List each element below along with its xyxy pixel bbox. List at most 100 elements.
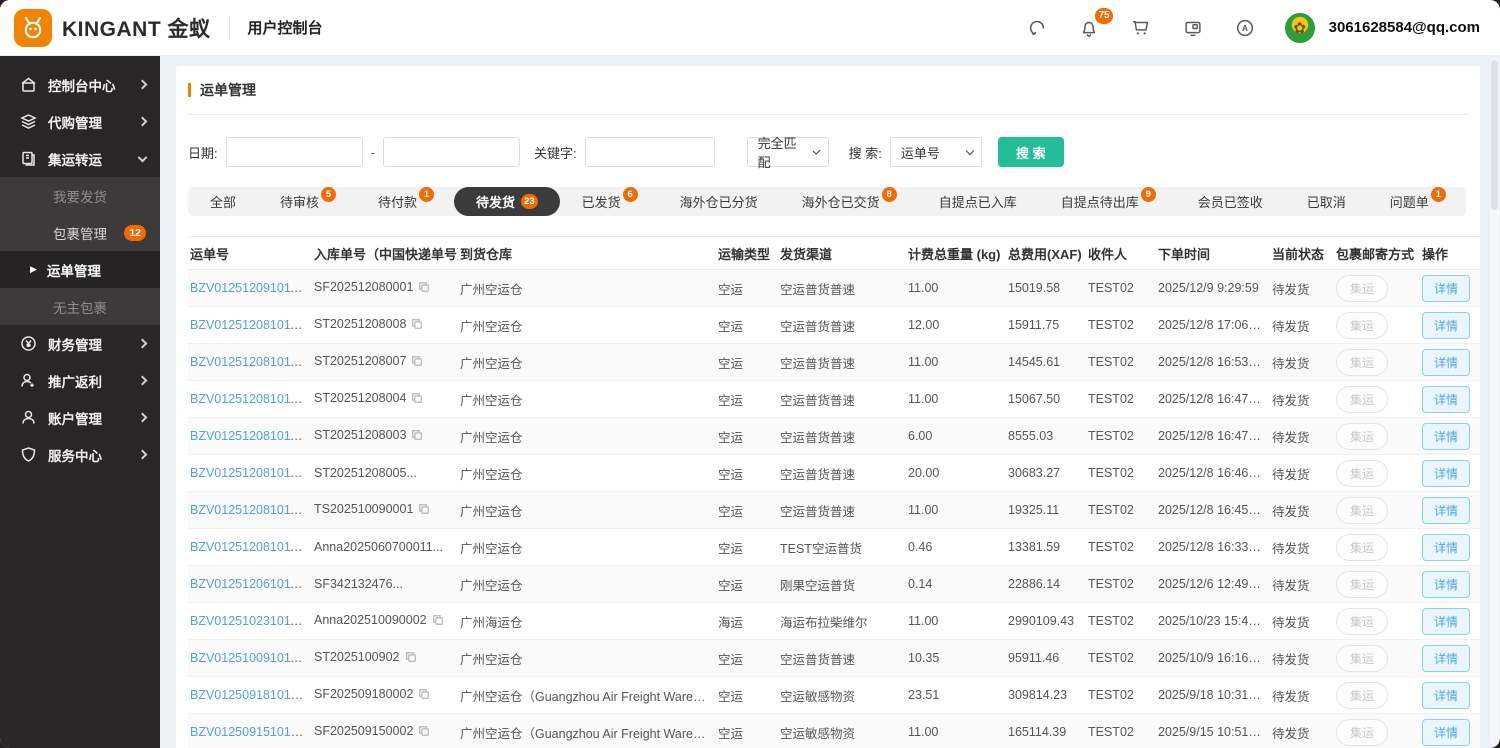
detail-button[interactable]: 详情: [1422, 682, 1470, 709]
cart-icon[interactable]: [1129, 16, 1153, 40]
scrollbar-thumb[interactable]: [1491, 60, 1498, 210]
tab-6[interactable]: 海外仓已交货8: [780, 187, 917, 216]
tab-0[interactable]: 全部: [188, 187, 258, 216]
waybill-link[interactable]: BZV01251208101144: [190, 503, 311, 517]
tab-11[interactable]: 问题单1: [1368, 187, 1466, 216]
detail-button[interactable]: 详情: [1422, 460, 1470, 487]
detail-button[interactable]: 详情: [1422, 386, 1470, 413]
page-title: 运单管理: [200, 80, 256, 100]
copy-icon[interactable]: [405, 651, 417, 666]
sidebar-item-9[interactable]: 账户管理: [0, 399, 160, 436]
scrollbar-track[interactable]: [1490, 58, 1499, 746]
copy-icon[interactable]: [411, 429, 423, 444]
detail-button[interactable]: 详情: [1422, 645, 1470, 672]
copy-icon[interactable]: [418, 503, 430, 518]
mail-method-pill: 集运: [1336, 571, 1388, 598]
waybill-link[interactable]: BZV01251208101146: [190, 429, 311, 443]
inbound-number: ST20251208003: [314, 428, 406, 442]
search-label: 搜 索:: [849, 143, 882, 162]
notification-badge: 75: [1095, 8, 1112, 24]
inbound-number: SF202512080001: [314, 280, 413, 294]
tab-10[interactable]: 已取消: [1285, 187, 1368, 216]
copy-icon[interactable]: [411, 392, 423, 407]
copy-icon[interactable]: [418, 725, 430, 740]
tab-1[interactable]: 待审核5: [258, 187, 356, 216]
tab-8[interactable]: 自提点待出库9: [1039, 187, 1176, 216]
sidebar-item-label: 财务管理: [48, 334, 135, 354]
sidebar: 控制台中心代购管理集运转运我要发货包裹管理12▶运单管理无主包裹财务管理推广返利…: [0, 56, 160, 748]
waybill-link[interactable]: BZV01251208101143: [190, 540, 311, 554]
waybill-link[interactable]: BZV01251009101111: [190, 651, 309, 665]
inbound-number: ST20251208008: [314, 317, 406, 331]
copy-icon[interactable]: [411, 355, 423, 370]
waybill-link[interactable]: BZV01251208101147: [190, 392, 311, 406]
column-header-11: 操作: [1420, 237, 1480, 270]
sidebar-item-4[interactable]: 包裹管理12: [0, 214, 160, 251]
detail-button[interactable]: 详情: [1422, 719, 1470, 746]
monitor-icon[interactable]: [1181, 16, 1205, 40]
detail-button[interactable]: 详情: [1422, 312, 1470, 339]
copy-icon[interactable]: [411, 318, 423, 333]
cost-cell: 22886.14: [1006, 566, 1086, 603]
sidebar-item-2[interactable]: 集运转运: [0, 140, 160, 177]
search-button[interactable]: 搜 索: [998, 137, 1064, 167]
copy-icon[interactable]: [418, 688, 430, 703]
waybill-link[interactable]: BZV01251023101121: [190, 614, 311, 628]
date-from-input[interactable]: [226, 137, 363, 167]
detail-button[interactable]: 详情: [1422, 349, 1470, 376]
sidebar-item-1[interactable]: 代购管理: [0, 103, 160, 140]
cost-cell: 14545.61: [1006, 344, 1086, 381]
sidebar-item-8[interactable]: 推广返利: [0, 362, 160, 399]
detail-button[interactable]: 详情: [1422, 608, 1470, 635]
warehouse-cell: 广州空运仓: [458, 455, 716, 492]
warehouse-cell: 广州空运仓（Guangzhou Air Freight Warehouse）: [458, 714, 716, 748]
waybill-link[interactable]: BZV01251208101145: [190, 466, 311, 480]
copy-icon[interactable]: [432, 614, 444, 629]
detail-button[interactable]: 详情: [1422, 571, 1470, 598]
status-cell: 待发货: [1270, 418, 1334, 455]
tab-2[interactable]: 待付款1: [356, 187, 454, 216]
tab-label: 待发货: [476, 192, 515, 211]
tab-3[interactable]: 待发货23: [454, 187, 560, 216]
keyword-input[interactable]: [585, 137, 715, 167]
waybill-link[interactable]: BZV01251208101148: [190, 355, 311, 369]
sidebar-item-5[interactable]: ▶运单管理: [0, 251, 160, 288]
detail-button[interactable]: 详情: [1422, 497, 1470, 524]
match-mode-select[interactable]: 完全匹配: [747, 137, 829, 167]
date-separator: -: [371, 145, 375, 160]
tab-7[interactable]: 自提点已入库: [917, 187, 1039, 216]
language-icon[interactable]: A: [1233, 16, 1257, 40]
sidebar-item-0[interactable]: 控制台中心: [0, 66, 160, 103]
waybill-link[interactable]: BZV01250915101087: [190, 725, 312, 739]
tab-5[interactable]: 海外仓已分货: [658, 187, 780, 216]
detail-button[interactable]: 详情: [1422, 275, 1470, 302]
channel-cell: 空运普货普速: [778, 455, 906, 492]
mail-method-pill: 集运: [1336, 386, 1388, 413]
app-window: KINGANT 金蚁 用户控制台 75 A ✿ 3061628584@qq.co…: [0, 0, 1500, 748]
tab-9[interactable]: 会员已签收: [1176, 187, 1285, 216]
date-to-input[interactable]: [383, 137, 520, 167]
search-type-select[interactable]: 运单号: [890, 137, 982, 167]
detail-button[interactable]: 详情: [1422, 534, 1470, 561]
sidebar-item-3[interactable]: 我要发货: [0, 177, 160, 214]
tab-4[interactable]: 已发货6: [560, 187, 658, 216]
waybill-link[interactable]: BZV01251206101139: [190, 577, 311, 591]
brand-logo[interactable]: [14, 9, 52, 47]
chevron-right-icon: [138, 80, 148, 90]
waybill-link[interactable]: BZV01251208101149: [190, 318, 311, 332]
tab-label: 待付款: [378, 192, 417, 211]
waybill-link[interactable]: BZV01251209101151: [190, 281, 311, 295]
sidebar-item-10[interactable]: 服务中心: [0, 436, 160, 473]
copy-icon[interactable]: [418, 281, 430, 296]
notifications-bell-icon[interactable]: 75: [1077, 16, 1101, 40]
status-cell: 待发货: [1270, 344, 1334, 381]
inbound-number: ST20251208004: [314, 391, 406, 405]
waybill-link[interactable]: BZV01250918101097: [190, 688, 312, 702]
customer-service-icon[interactable]: [1025, 16, 1049, 40]
warehouse-cell: 广州空运仓: [458, 640, 716, 677]
sidebar-item-7[interactable]: 财务管理: [0, 325, 160, 362]
sidebar-item-6[interactable]: 无主包裹: [0, 288, 160, 325]
channel-cell: 空运普货普速: [778, 344, 906, 381]
detail-button[interactable]: 详情: [1422, 423, 1470, 450]
user-avatar[interactable]: ✿: [1285, 13, 1315, 43]
